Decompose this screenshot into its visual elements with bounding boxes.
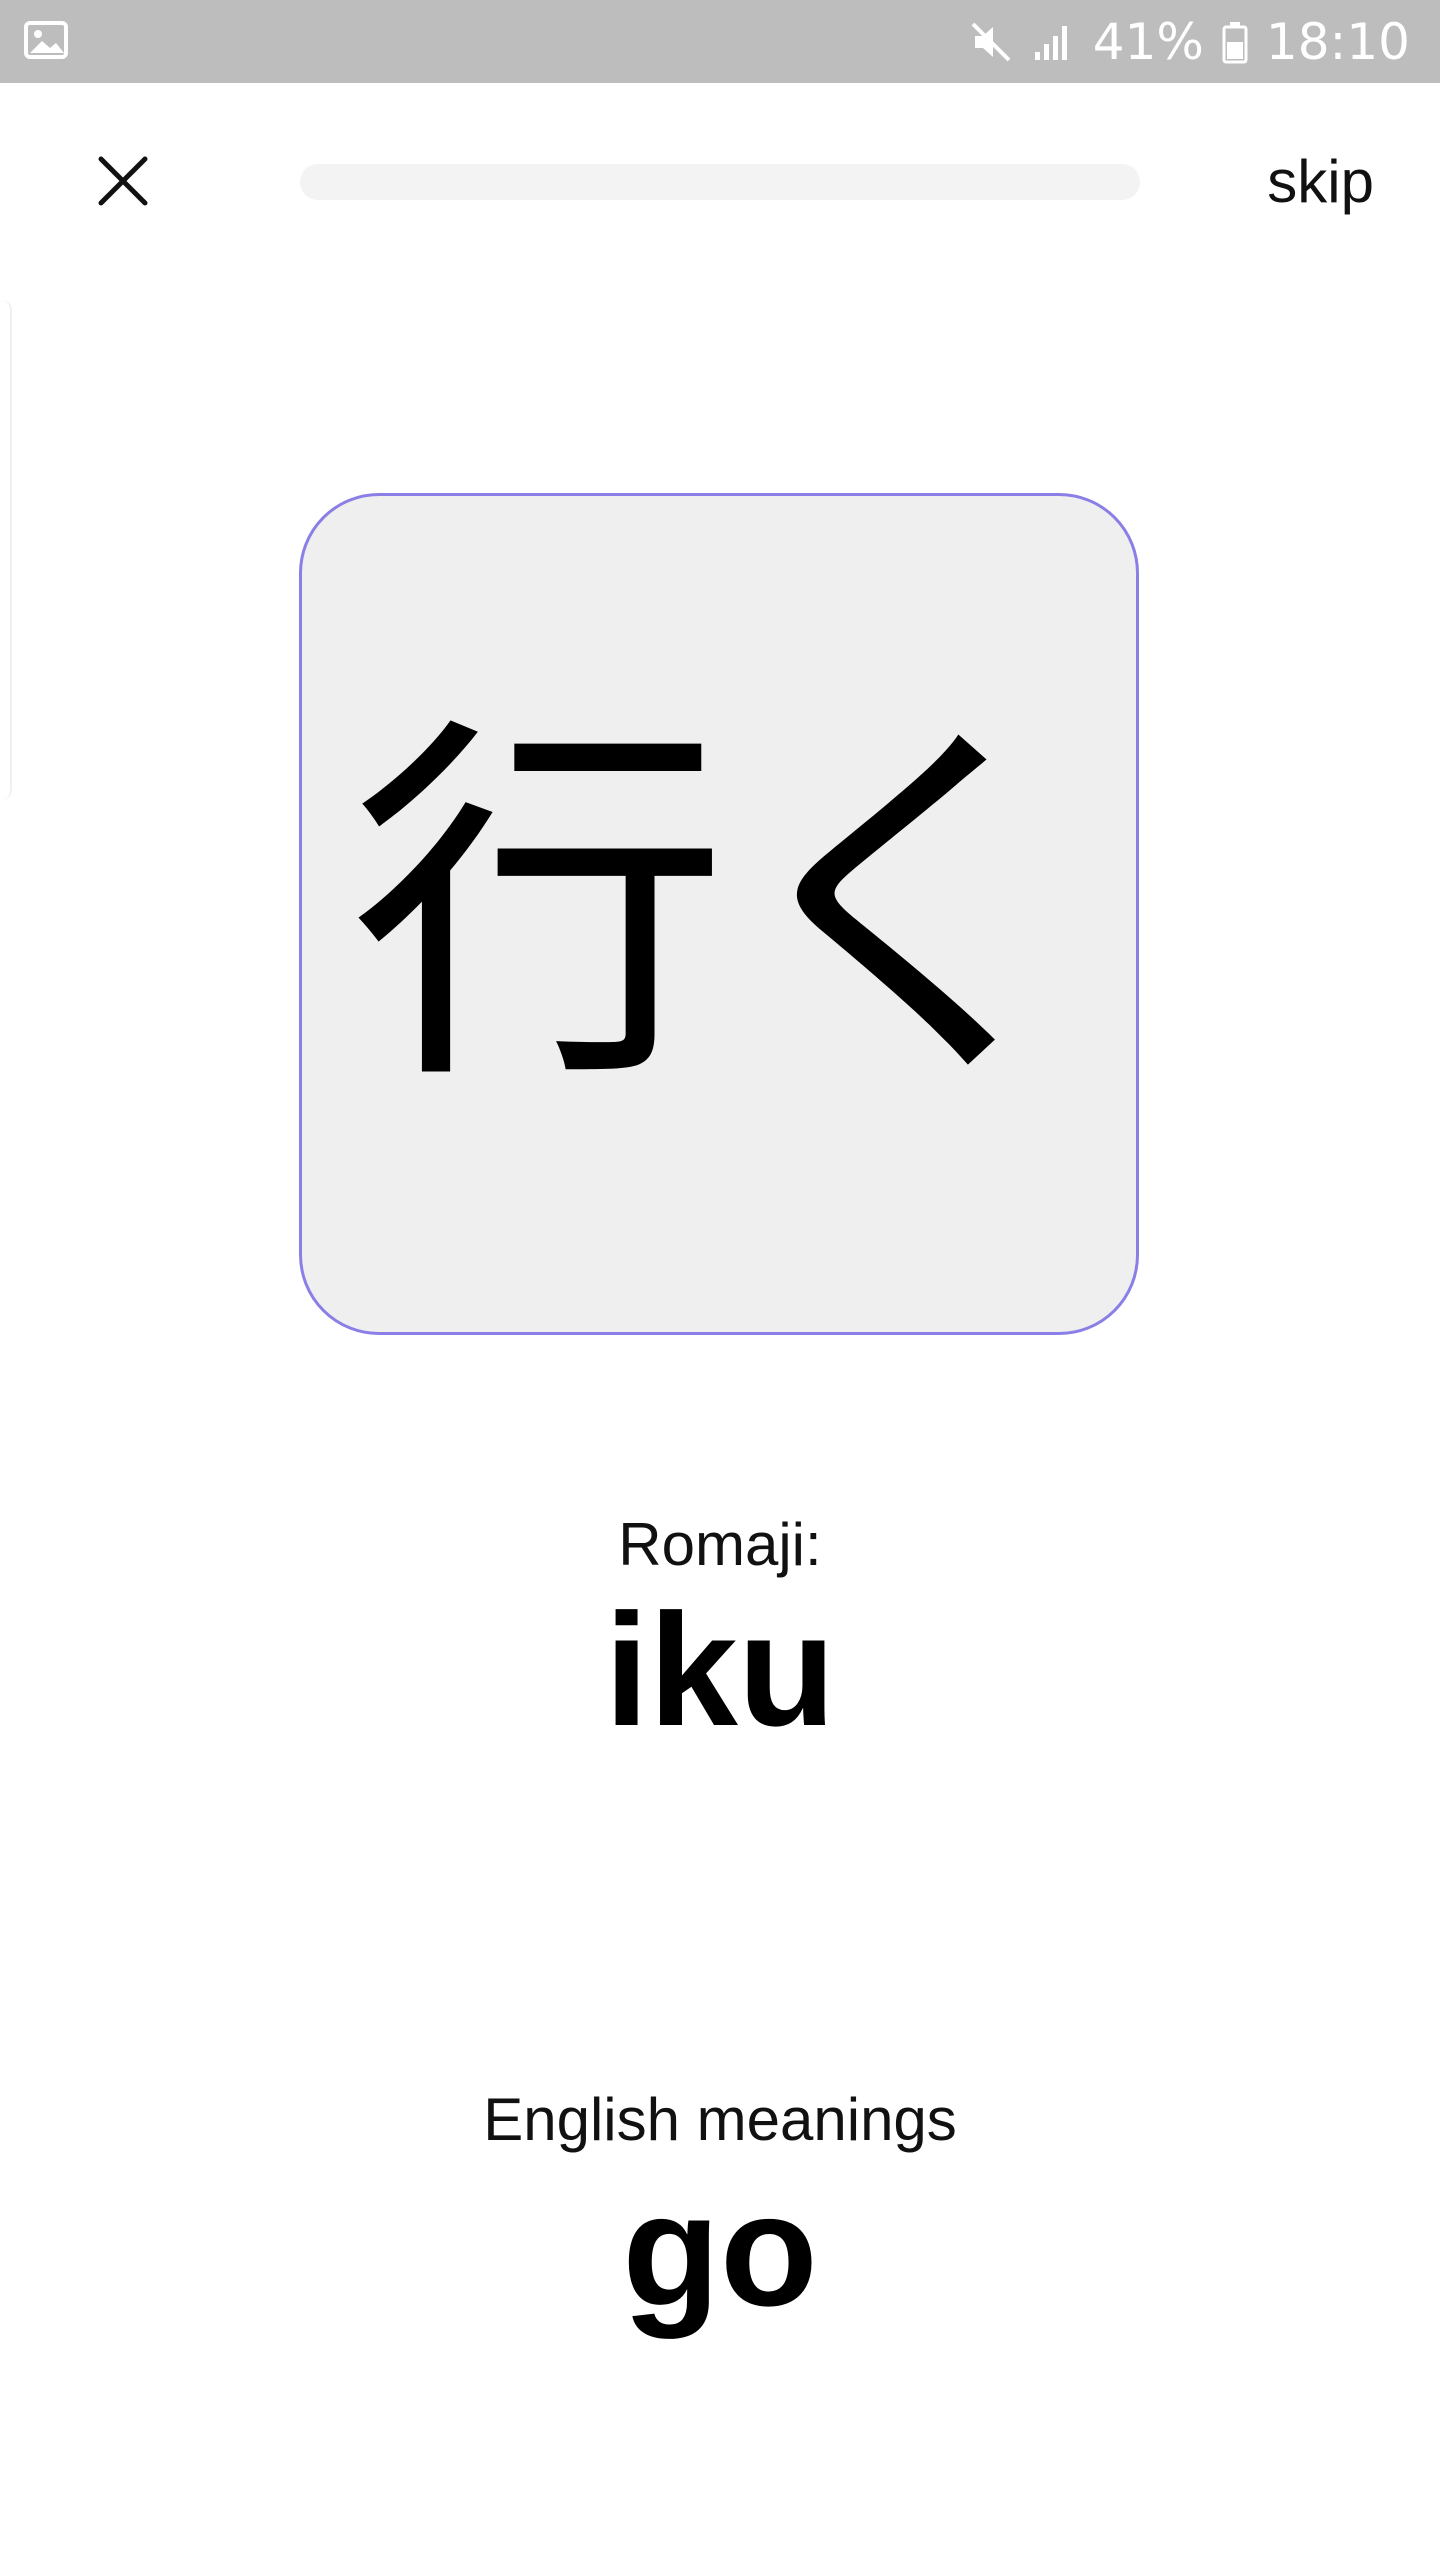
meaning-value-wrap: go: [0, 2170, 1440, 2330]
edge-sliver: [0, 300, 12, 800]
signal-icon: [1031, 20, 1075, 64]
mute-icon: [969, 20, 1013, 64]
status-right: 41% 18:10: [969, 13, 1410, 71]
image-icon: [24, 20, 68, 63]
meaning-label: English meanings: [483, 2086, 957, 2153]
status-bar: 41% 18:10: [0, 0, 1440, 83]
skip-button[interactable]: skip: [1267, 146, 1374, 218]
close-icon: [97, 155, 149, 211]
romaji-section: Romaji:: [0, 1510, 1440, 1579]
battery-percent: 41%: [1092, 12, 1204, 71]
meaning-value: go: [622, 2160, 818, 2339]
romaji-label: Romaji:: [618, 1511, 822, 1578]
close-button[interactable]: [88, 148, 158, 218]
flashcard[interactable]: 行く: [299, 493, 1139, 1335]
romaji-value: iku: [604, 1580, 836, 1759]
romaji-value-wrap: iku: [0, 1590, 1440, 1750]
progress-bar: [300, 164, 1140, 200]
meaning-section: English meanings: [0, 2085, 1440, 2154]
battery-icon: [1222, 20, 1248, 64]
card-kanji: 行く: [349, 687, 1099, 1130]
status-left: [24, 20, 68, 63]
clock: 18:10: [1265, 12, 1410, 71]
